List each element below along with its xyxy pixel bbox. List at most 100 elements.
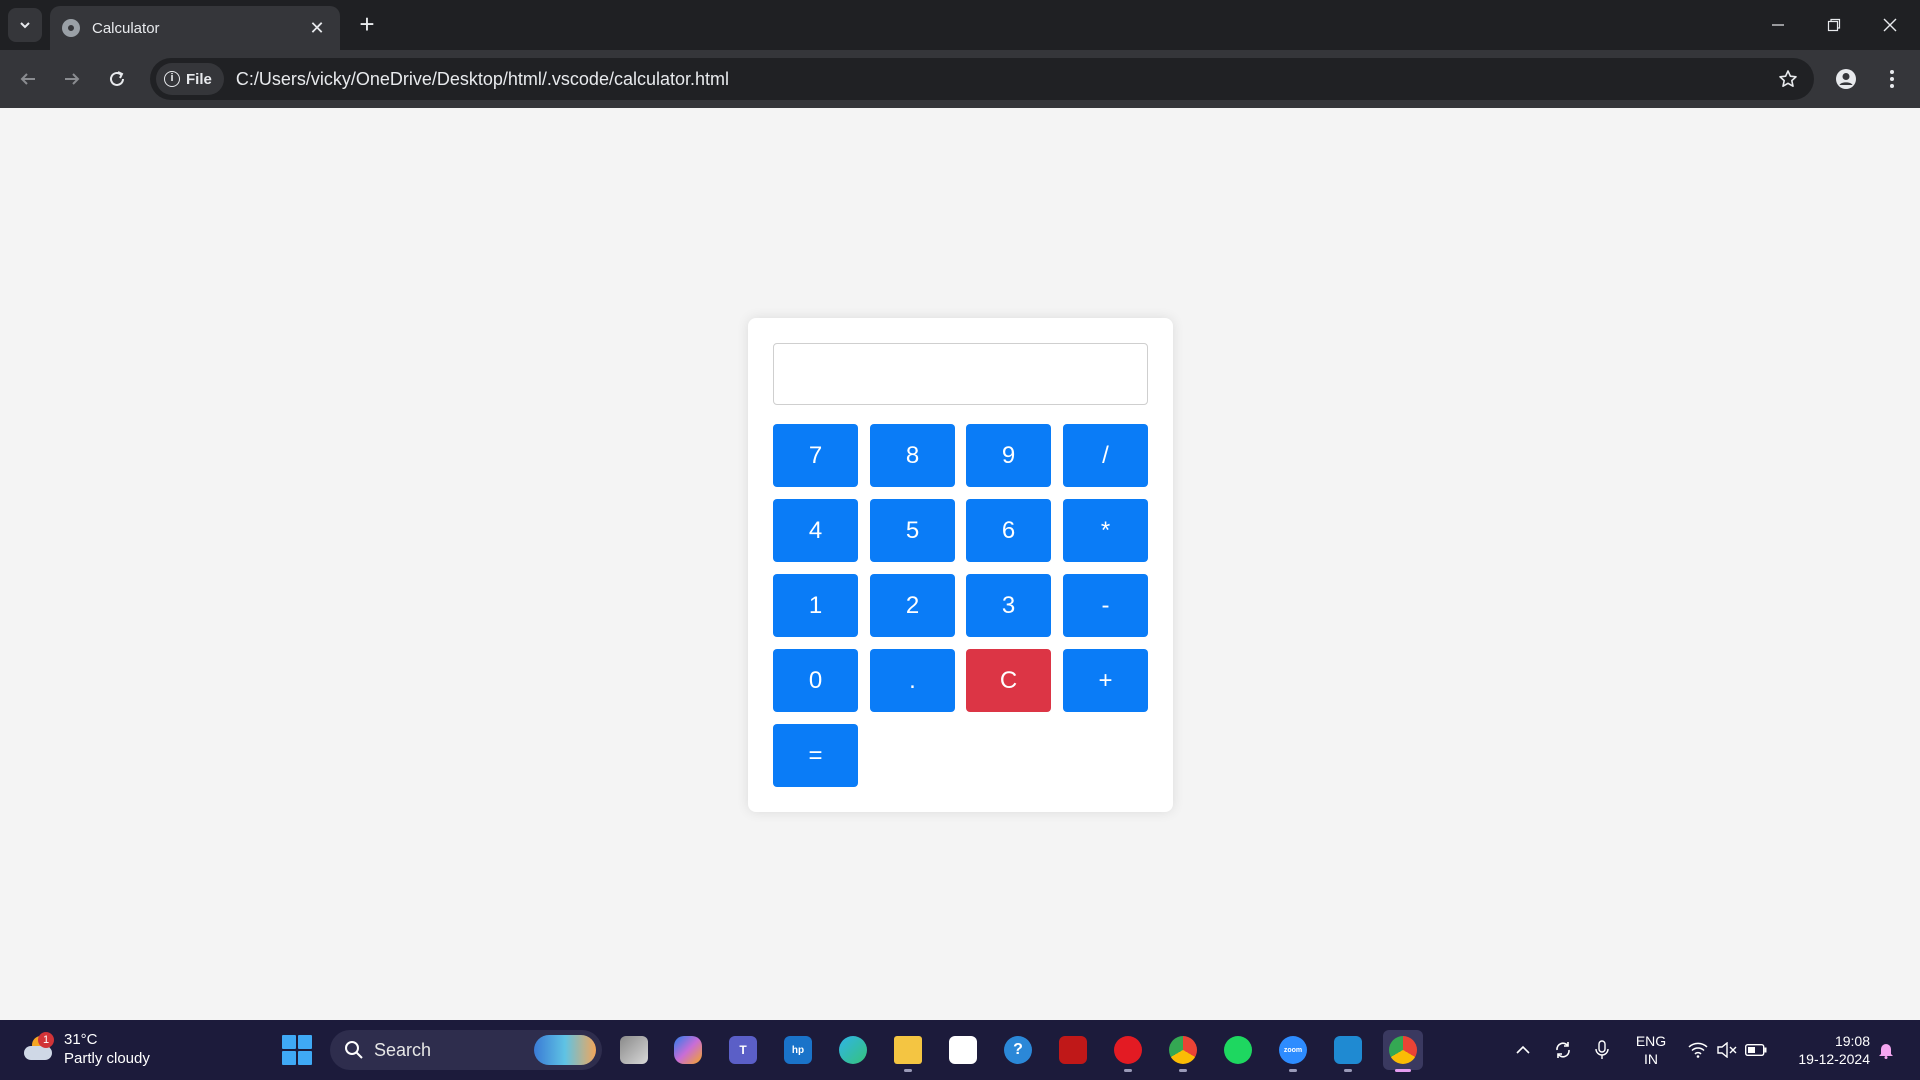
arrow-right-icon [65, 73, 80, 85]
windows-taskbar: 1 31°C Partly cloudy Search T hp ? zoom … [0, 1020, 1920, 1080]
minimize-button[interactable] [1750, 0, 1806, 50]
key-subtract[interactable]: - [1063, 574, 1148, 637]
windows-logo-icon [282, 1035, 296, 1049]
url-text[interactable]: C:/Users/vicky/OneDrive/Desktop/html/.vs… [236, 69, 1768, 90]
zoom-icon: zoom [1279, 1036, 1307, 1064]
key-9[interactable]: 9 [966, 424, 1051, 487]
clock-time: 19:08 [1834, 1033, 1870, 1049]
vscode-icon [1334, 1036, 1362, 1064]
weather-description: Partly cloudy [64, 1050, 150, 1067]
reload-button[interactable] [99, 61, 135, 97]
browser-toolbar: i File C:/Users/vicky/OneDrive/Desktop/h… [0, 50, 1920, 108]
calculator-display[interactable] [773, 343, 1148, 405]
key-5[interactable]: 5 [870, 499, 955, 562]
taskbar-vscode[interactable] [1328, 1030, 1368, 1072]
language-code: ENG [1635, 1033, 1667, 1049]
key-2[interactable]: 2 [870, 574, 955, 637]
restore-button[interactable] [1806, 0, 1862, 50]
page-viewport: 7 8 9 / 4 5 6 * 1 2 3 - 0 . C + = [0, 108, 1920, 1020]
sync-tray-button[interactable] [1548, 1020, 1578, 1080]
calculator-card: 7 8 9 / 4 5 6 * 1 2 3 - 0 . C + = [748, 318, 1173, 812]
globe-icon [62, 19, 80, 37]
more-vertical-icon [1890, 70, 1894, 88]
myhp-icon: hp [784, 1036, 812, 1064]
taskbar-edge[interactable] [833, 1030, 873, 1070]
tab-search-button[interactable] [8, 8, 42, 42]
microphone-tray-button[interactable] [1588, 1020, 1616, 1080]
start-button[interactable] [282, 1035, 312, 1065]
taskbar-spotify[interactable] [1218, 1030, 1258, 1070]
key-6[interactable]: 6 [966, 499, 1051, 562]
minimize-icon [1772, 24, 1784, 26]
taskbar-store[interactable] [943, 1030, 983, 1070]
key-clear[interactable]: C [966, 649, 1051, 712]
site-info-chip[interactable]: i File [156, 63, 224, 95]
task-view-button[interactable] [614, 1030, 654, 1070]
taskbar-get-help[interactable]: ? [998, 1030, 1038, 1070]
copilot-icon [674, 1036, 702, 1064]
search-icon [345, 1041, 363, 1059]
taskbar-search[interactable]: Search [330, 1030, 602, 1070]
browser-tab-calculator[interactable]: Calculator ✕ [50, 6, 340, 50]
info-icon: i [164, 71, 180, 87]
weather-widget[interactable]: 1 31°C Partly cloudy [22, 1030, 150, 1068]
back-button[interactable] [10, 61, 46, 97]
browser-menu-button[interactable] [1874, 61, 1910, 97]
mcafee-icon [1059, 1036, 1087, 1064]
site-info-label: File [186, 70, 212, 88]
language-region: IN [1644, 1051, 1658, 1067]
opera-icon [1114, 1036, 1142, 1064]
taskbar-copilot[interactable] [668, 1030, 708, 1070]
teams-icon: T [729, 1036, 757, 1064]
key-divide[interactable]: / [1063, 424, 1148, 487]
taskbar-teams[interactable]: T [723, 1030, 763, 1070]
key-0[interactable]: 0 [773, 649, 858, 712]
bell-icon [1879, 1044, 1893, 1059]
notifications-button[interactable] [1872, 1020, 1900, 1080]
key-multiply[interactable]: * [1063, 499, 1148, 562]
input-language-indicator[interactable]: ENG IN [1628, 1032, 1674, 1068]
volume-tray-button[interactable] [1714, 1020, 1740, 1080]
address-bar[interactable]: i File C:/Users/vicky/OneDrive/Desktop/h… [150, 58, 1814, 100]
taskbar-chrome-profile[interactable] [1163, 1030, 1203, 1072]
taskbar-opera[interactable] [1108, 1030, 1148, 1072]
taskbar-zoom[interactable]: zoom [1273, 1030, 1313, 1072]
search-label: Search [374, 1039, 432, 1060]
help-icon: ? [1004, 1036, 1032, 1064]
tab-close-button[interactable]: ✕ [306, 18, 328, 39]
bookmark-button[interactable] [1768, 69, 1808, 89]
key-7[interactable]: 7 [773, 424, 858, 487]
network-tray-button[interactable] [1684, 1020, 1712, 1080]
profile-button[interactable] [1828, 61, 1864, 97]
microphone-icon [1595, 1040, 1609, 1059]
spotify-icon [1224, 1036, 1252, 1064]
new-tab-button[interactable]: + [352, 10, 382, 40]
battery-tray-button[interactable] [1742, 1020, 1770, 1080]
search-highlight-image [534, 1035, 596, 1065]
tab-title: Calculator [92, 19, 160, 37]
taskbar-chrome[interactable] [1383, 1030, 1423, 1072]
close-icon [1883, 18, 1897, 32]
clock-date: 19-12-2024 [1798, 1051, 1870, 1067]
browser-tab-strip: Calculator ✕ + [0, 0, 1920, 50]
chrome-icon [1169, 1036, 1197, 1064]
key-add[interactable]: + [1063, 649, 1148, 712]
edge-icon [839, 1036, 867, 1064]
forward-button[interactable] [54, 61, 90, 97]
taskbar-mcafee[interactable] [1053, 1030, 1093, 1070]
weather-temperature: 31°C [64, 1031, 98, 1048]
task-view-icon [620, 1036, 648, 1064]
system-clock[interactable]: 19:08 19-12-2024 [1780, 1032, 1870, 1068]
taskbar-file-explorer[interactable] [888, 1030, 928, 1072]
key-4[interactable]: 4 [773, 499, 858, 562]
key-8[interactable]: 8 [870, 424, 955, 487]
close-window-button[interactable] [1862, 0, 1918, 50]
show-hidden-icons-button[interactable] [1510, 1020, 1536, 1080]
key-1[interactable]: 1 [773, 574, 858, 637]
key-3[interactable]: 3 [966, 574, 1051, 637]
key-equals[interactable]: = [773, 724, 858, 787]
chevron-up-icon [1516, 1045, 1530, 1054]
taskbar-myhp[interactable]: hp [778, 1030, 818, 1070]
battery-icon [1745, 1044, 1767, 1056]
key-decimal[interactable]: . [870, 649, 955, 712]
